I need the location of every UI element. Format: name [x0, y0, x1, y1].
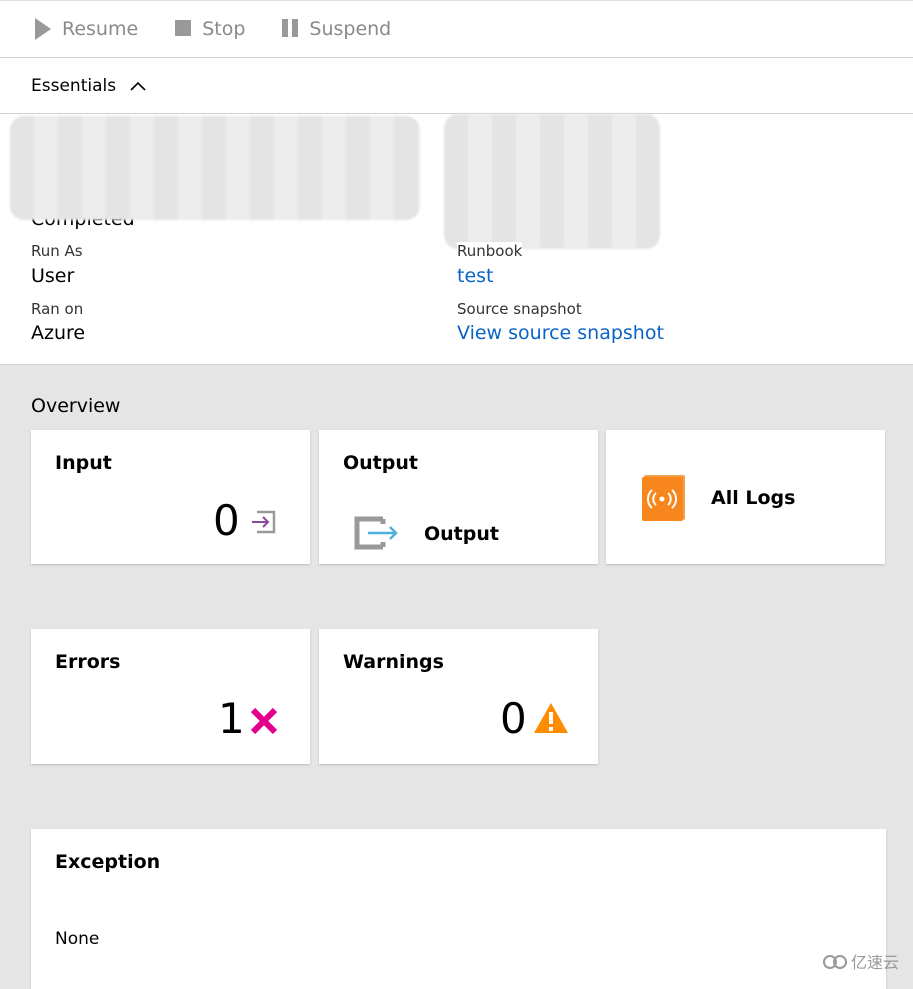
resume-button[interactable]: Resume: [34, 17, 138, 41]
stop-label: Stop: [202, 18, 246, 40]
command-bar: Resume Stop Suspend: [0, 0, 913, 58]
essentials-toggle[interactable]: Essentials: [0, 58, 913, 114]
stop-button[interactable]: Stop: [174, 17, 245, 41]
redacted-area: [444, 114, 660, 249]
warnings-count: 0: [500, 694, 527, 743]
errors-count: 1: [218, 694, 245, 743]
warning-icon: [534, 703, 568, 733]
exception-value: None: [55, 929, 100, 949]
input-icon: [252, 510, 276, 534]
essentials-title: Essentials: [31, 75, 117, 96]
suspend-label: Suspend: [309, 18, 392, 40]
error-x-icon: [250, 707, 278, 735]
redacted-area: [10, 116, 420, 220]
exception-title: Exception: [55, 851, 161, 873]
output-title: Output: [343, 452, 418, 474]
logs-book-icon: [642, 475, 685, 521]
run-as-label: Run As: [31, 242, 83, 260]
pause-icon: [282, 19, 299, 37]
errors-title: Errors: [55, 651, 121, 673]
source-snapshot-label: Source snapshot: [457, 300, 582, 318]
ran-on-label: Ran on: [31, 300, 84, 318]
view-source-snapshot-link[interactable]: View source snapshot: [457, 322, 664, 344]
play-icon: [35, 18, 51, 40]
all-logs-title: All Logs: [711, 487, 796, 509]
resume-label: Resume: [62, 18, 139, 40]
all-logs-tile[interactable]: All Logs: [606, 430, 885, 564]
runbook-link[interactable]: test: [457, 265, 494, 287]
runbook-label: Runbook: [457, 242, 523, 260]
warnings-tile[interactable]: Warnings 0: [319, 629, 598, 764]
errors-tile[interactable]: Errors 1: [31, 629, 310, 764]
exception-tile: Exception None: [31, 829, 886, 989]
run-as-value: User: [31, 265, 75, 287]
stop-icon: [175, 20, 192, 36]
watermark-text: 亿速云: [850, 953, 899, 972]
input-count: 0: [213, 496, 240, 545]
input-tile[interactable]: Input 0: [31, 430, 310, 564]
cloud-logo-icon: [822, 955, 847, 969]
overview-heading: Overview: [31, 395, 121, 417]
input-title: Input: [55, 452, 112, 474]
ran-on-value: Azure: [31, 322, 86, 344]
suspend-button[interactable]: Suspend: [281, 17, 391, 41]
output-icon: [354, 516, 398, 550]
chevron-up-icon: [130, 81, 146, 91]
output-tile[interactable]: Output Output: [319, 430, 598, 564]
output-link[interactable]: Output: [424, 523, 499, 545]
watermark-logo: 亿速云: [822, 949, 899, 973]
essentials-panel: Completed 1/ Run As User Ran on Azure Ru…: [0, 114, 913, 365]
warnings-title: Warnings: [343, 651, 444, 673]
